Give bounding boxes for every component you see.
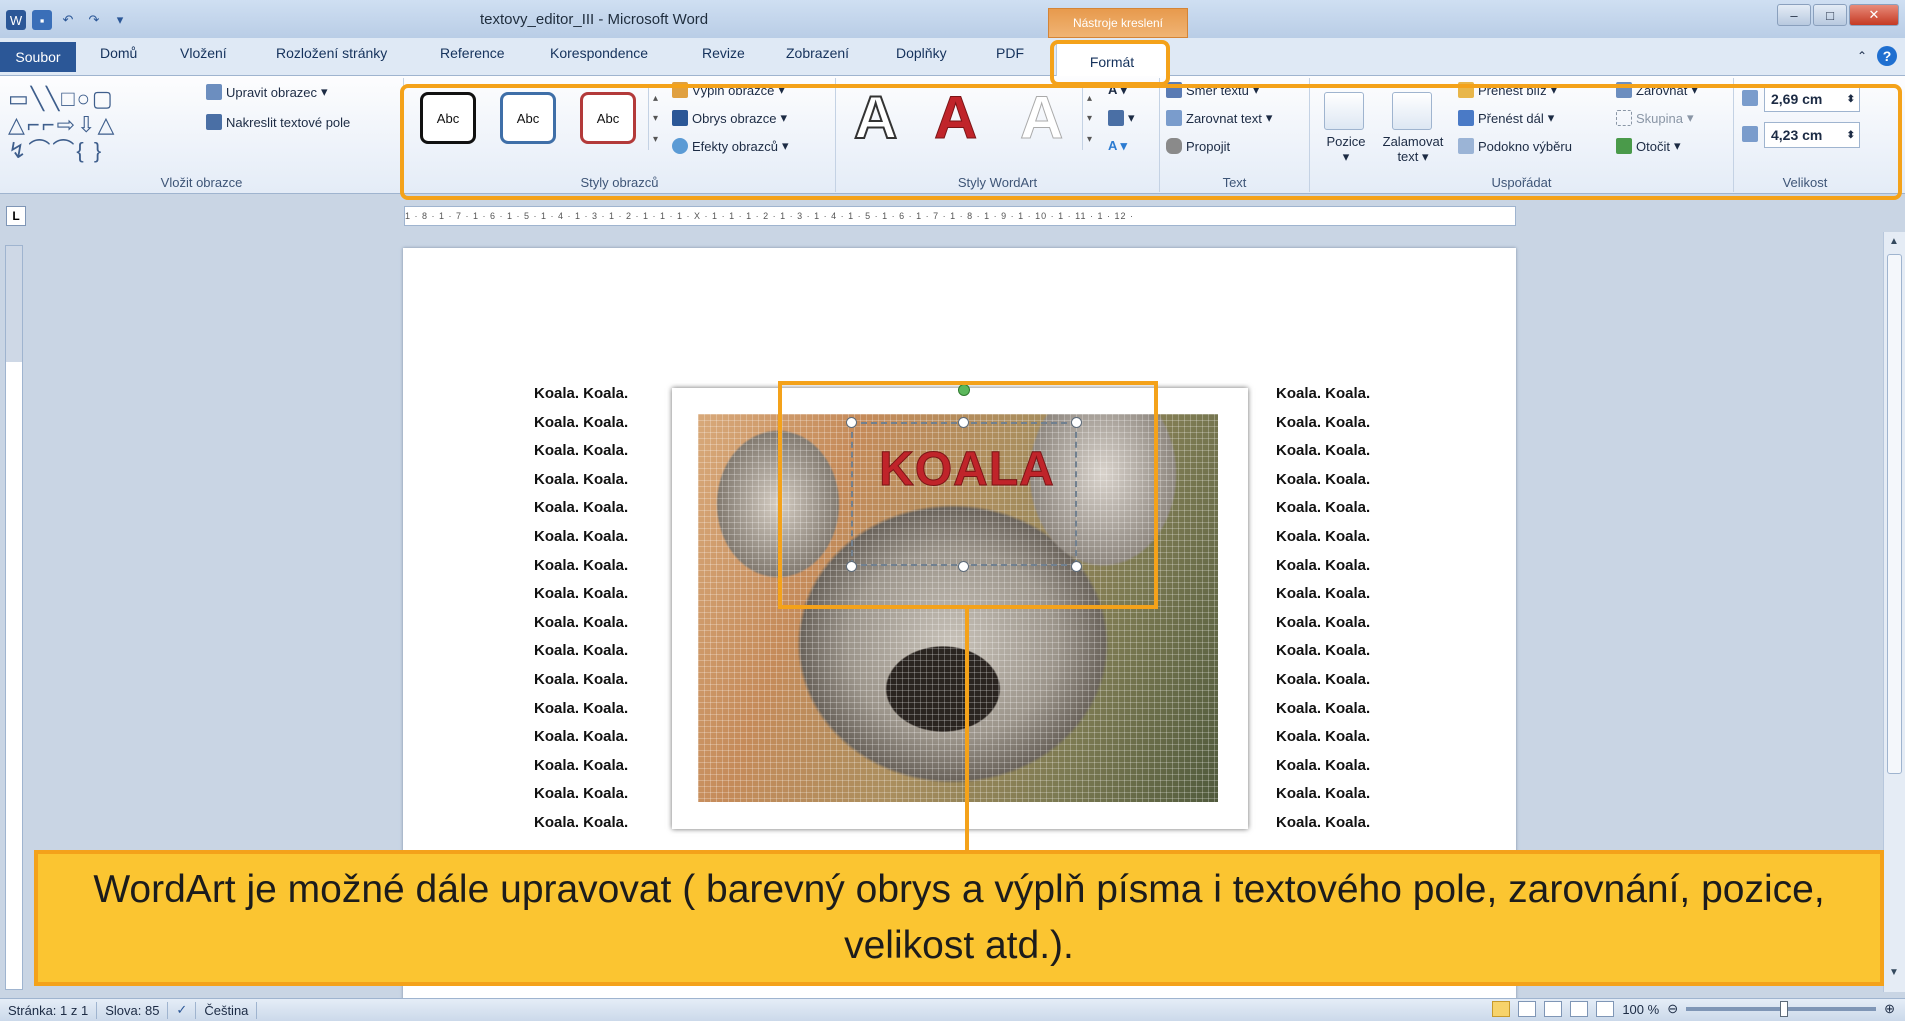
customize-qat-icon[interactable]: ▾ [110,10,130,30]
right-text-column[interactable]: Koala. Koala. Koala. Koala. Koala. Koala. K… [1276,380,1370,838]
word-app-icon[interactable]: W [6,10,26,30]
undo-icon[interactable]: ↶ [58,10,78,30]
edit-shape-label: Upravit obrazec [226,84,318,100]
scroll-down-icon[interactable]: ▼ [1889,967,1899,978]
text-line[interactable]: Koala. Koala. [534,437,628,466]
title-bar: W ▪ ↶ ↷ ▾ textovy_editor_III - Microsoft… [0,0,1905,38]
language-indicator[interactable]: Čeština [196,1001,258,1019]
ribbon-highlight [400,84,1902,200]
vertical-ruler[interactable] [5,245,23,990]
edit-shape-icon [206,84,222,100]
tab-selector-icon[interactable]: L [6,206,26,226]
text-line[interactable]: Koala. Koala. [1276,437,1370,466]
text-line[interactable]: Koala. Koala. [534,494,628,523]
print-layout-icon[interactable] [1492,1001,1511,1017]
text-line[interactable]: Koala. Koala. [534,780,628,809]
horizontal-ruler[interactable]: 1 · 8 · 1 · 7 · 1 · 6 · 1 · 5 · 1 · 4 · … [404,206,1516,226]
draw-textbox-label: Nakreslit textové pole [226,114,351,130]
tab-page-layout[interactable]: Rozložení stránky [276,45,387,61]
text-line[interactable]: Koala. Koala. [1276,466,1370,495]
page-indicator[interactable]: Stránka: 1 z 1 [0,1001,98,1019]
vertical-scrollbar[interactable]: ▲ ▼ [1883,232,1905,992]
text-line[interactable]: Koala. Koala. [1276,666,1370,695]
zoom-slider[interactable] [1686,1001,1877,1017]
word-window: W ▪ ↶ ↷ ▾ textovy_editor_III - Microsoft… [0,0,1905,1021]
text-line[interactable]: Koala. Koala. [534,723,628,752]
text-line[interactable]: Koala. Koala. [534,809,628,838]
tab-insert[interactable]: Vložení [180,45,227,61]
tab-addins[interactable]: Doplňky [896,45,947,61]
quick-access-toolbar: W ▪ ↶ ↷ ▾ [6,10,130,30]
text-line[interactable]: Koala. Koala. [534,523,628,552]
text-line[interactable]: Koala. Koala. [1276,780,1370,809]
word-count[interactable]: Slova: 85 [97,1001,169,1019]
tab-home[interactable]: Domů [100,45,137,61]
scroll-thumb[interactable] [1887,254,1902,774]
text-line[interactable]: Koala. Koala. [534,752,628,781]
text-line[interactable]: Koala. Koala. [1276,523,1370,552]
group-insert-shapes: ▭╲╲□○▢ △⌐⌐⇨⇩△ ↯⌒⌒{ } Upravit obrazec ▾ Nak… [0,78,404,192]
textbox-icon [206,114,222,130]
full-screen-reading-icon[interactable] [1518,1001,1537,1017]
text-line[interactable]: Koala. Koala. [534,637,628,666]
window-controls: – □ ✕ [1777,4,1899,26]
web-layout-icon[interactable] [1544,1001,1563,1017]
text-line[interactable]: Koala. Koala. [1276,552,1370,581]
callout-connector [965,609,969,851]
tab-pdf[interactable]: PDF [996,45,1024,61]
proofing-icon[interactable]: ✓ [168,1001,197,1019]
text-line[interactable]: Koala. Koala. [534,409,628,438]
draw-textbox-button[interactable]: Nakreslit textové pole [206,114,350,130]
text-line[interactable]: Koala. Koala. [1276,637,1370,666]
status-right: 100 % ⊖ ⊕ [1492,1001,1895,1017]
text-line[interactable]: Koala. Koala. [534,609,628,638]
wordart-callout-box [778,381,1158,609]
shapes-gallery[interactable]: ▭╲╲□○▢ △⌐⌐⇨⇩△ ↯⌒⌒{ } [8,86,116,164]
minimize-icon[interactable]: – [1777,4,1811,26]
text-line[interactable]: Koala. Koala. [1276,380,1370,409]
redo-icon[interactable]: ↷ [84,10,104,30]
text-line[interactable]: Koala. Koala. [1276,809,1370,838]
help-area: ⌃ ? [1857,46,1897,66]
left-text-column[interactable]: Koala. Koala. Koala. Koala. Koala. Koala. K… [534,380,628,838]
format-tab-highlight [1050,40,1170,86]
tab-mailings[interactable]: Korespondence [550,45,648,61]
status-bar: Stránka: 1 z 1 Slova: 85 ✓ Čeština 100 %… [0,998,1905,1021]
text-line[interactable]: Koala. Koala. [534,380,628,409]
edit-shape-button[interactable]: Upravit obrazec ▾ [206,84,328,100]
text-line[interactable]: Koala. Koala. [1276,494,1370,523]
text-line[interactable]: Koala. Koala. [1276,609,1370,638]
text-line[interactable]: Koala. Koala. [1276,580,1370,609]
caption-box: WordArt je možné dále upravovat ( barevn… [34,850,1884,986]
zoom-level[interactable]: 100 % [1622,1002,1659,1017]
group-label: Vložit obrazce [160,175,243,190]
text-line[interactable]: Koala. Koala. [1276,723,1370,752]
zoom-out-icon[interactable]: ⊖ [1667,1001,1678,1017]
help-icon[interactable]: ? [1877,46,1897,66]
tab-view[interactable]: Zobrazení [786,45,849,61]
text-line[interactable]: Koala. Koala. [534,466,628,495]
save-icon[interactable]: ▪ [32,10,52,30]
text-line[interactable]: Koala. Koala. [1276,752,1370,781]
scroll-up-icon[interactable]: ▲ [1889,236,1899,247]
text-line[interactable]: Koala. Koala. [534,580,628,609]
text-line[interactable]: Koala. Koala. [534,695,628,724]
text-line[interactable]: Koala. Koala. [1276,695,1370,724]
zoom-in-icon[interactable]: ⊕ [1884,1001,1895,1017]
close-icon[interactable]: ✕ [1849,4,1899,26]
text-line[interactable]: Koala. Koala. [534,552,628,581]
text-line[interactable]: Koala. Koala. [1276,409,1370,438]
ribbon-tabs: Soubor Domů Vložení Rozložení stránky Re… [0,38,1905,80]
tab-references[interactable]: Reference [440,45,505,61]
maximize-icon[interactable]: □ [1813,4,1847,26]
drawing-tools-context-tab: Nástroje kreslení [1048,8,1188,38]
tab-review[interactable]: Revize [702,45,745,61]
outline-view-icon[interactable] [1570,1001,1589,1017]
draft-view-icon[interactable] [1596,1001,1615,1017]
tab-file[interactable]: Soubor [0,42,76,72]
minimize-ribbon-icon[interactable]: ⌃ [1857,49,1867,63]
text-line[interactable]: Koala. Koala. [534,666,628,695]
window-title: textovy_editor_III - Microsoft Word [480,11,709,28]
